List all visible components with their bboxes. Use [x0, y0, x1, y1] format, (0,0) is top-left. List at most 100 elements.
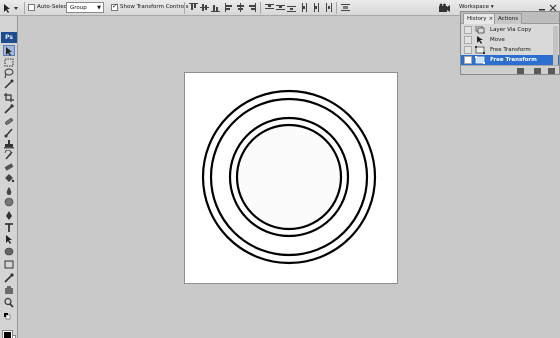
foreground-color-swatch[interactable]	[2, 330, 13, 338]
eyedropper-3d-tool[interactable]	[3, 272, 15, 283]
hand-tool[interactable]	[3, 284, 15, 295]
panel-tabs: History × Actions	[461, 12, 559, 24]
transform-icon	[475, 46, 485, 54]
align-right-edges-button[interactable]	[247, 3, 256, 12]
tool-preset-picker[interactable]	[2, 3, 22, 13]
canvas-artwork	[201, 89, 377, 265]
align-vertical-centers-button[interactable]	[200, 3, 209, 12]
zoom-icon	[4, 297, 14, 308]
history-brush-icon	[4, 150, 13, 160]
3d-icon	[4, 260, 14, 269]
lasso-tool[interactable]	[3, 68, 15, 79]
layer-via-copy-icon	[475, 26, 485, 34]
workspace-menu[interactable]: Workspace ▾	[459, 4, 494, 10]
history-brush-source-checkbox[interactable]	[464, 46, 472, 54]
dodge-icon	[4, 197, 14, 207]
document-canvas[interactable]	[184, 72, 398, 284]
zoom-tool[interactable]	[3, 297, 15, 308]
eyedropper-icon	[4, 104, 14, 114]
tab-actions[interactable]: Actions	[494, 13, 523, 24]
brush-icon	[4, 128, 13, 138]
bucket-tool[interactable]	[3, 173, 15, 184]
tab-history[interactable]: History ×	[463, 13, 498, 24]
history-item-label: Free Transform	[490, 47, 531, 53]
tools-panel: Ps	[0, 16, 18, 338]
brush-tool[interactable]	[3, 127, 15, 138]
transform-icon	[475, 56, 485, 64]
move-tool[interactable]	[3, 45, 15, 56]
blur-icon	[6, 187, 12, 195]
path-select-icon	[6, 235, 12, 244]
move-icon	[6, 47, 12, 56]
show-transform-label: Show Transform Controls	[120, 4, 189, 10]
eraser-icon	[4, 163, 14, 171]
eyedropper-tool[interactable]	[3, 103, 15, 114]
auto-select-checkbox[interactable]	[28, 4, 35, 11]
history-item[interactable]: Free Transform	[461, 45, 559, 55]
history-panel: History × Actions Layer Via Copy Move Fre…	[460, 11, 560, 75]
divider	[184, 2, 185, 14]
tab-actions-label: Actions	[498, 16, 519, 22]
auto-select-dropdown[interactable]: Group ▼	[66, 2, 104, 13]
distribute-vcenter-button[interactable]	[276, 3, 285, 12]
history-item[interactable]: Move	[461, 35, 559, 45]
distribute-bottom-button[interactable]	[287, 3, 296, 12]
distribute-left-button[interactable]	[301, 3, 310, 12]
lasso-icon	[4, 68, 14, 79]
tab-history-label: History	[467, 16, 487, 22]
distribute-right-button[interactable]	[323, 3, 332, 12]
scrollbar[interactable]	[553, 26, 558, 66]
shape-tool[interactable]	[3, 246, 15, 257]
align-horizontal-centers-button[interactable]	[236, 3, 245, 12]
move-icon	[4, 4, 18, 13]
swap-colors-icon	[4, 313, 11, 320]
align-bottom-edges-button[interactable]	[211, 3, 220, 12]
distribute-hcenter-button[interactable]	[312, 3, 321, 12]
path-select-tool[interactable]	[3, 234, 15, 245]
history-brush-source-checkbox[interactable]	[464, 26, 472, 34]
panel-footer	[461, 65, 559, 74]
show-transform-checkbox[interactable]	[111, 2, 118, 11]
blur-tool[interactable]	[3, 186, 15, 197]
camera-icon[interactable]	[438, 3, 450, 15]
trash-icon[interactable]	[548, 68, 555, 74]
crop-icon	[4, 93, 14, 102]
pen-icon	[6, 211, 12, 220]
quick-select-tool[interactable]	[3, 79, 15, 90]
chevron-down-icon: ▼	[97, 5, 101, 11]
history-item-label: Layer Via Copy	[490, 27, 532, 33]
history-item-label: Move	[490, 37, 505, 43]
history-item[interactable]: Layer Via Copy	[461, 25, 559, 35]
3d-rotate-icon	[4, 273, 14, 283]
distribute-top-button[interactable]	[265, 3, 274, 12]
marquee-tool[interactable]	[3, 57, 15, 68]
new-document-from-state-icon[interactable]	[517, 68, 524, 74]
history-brush-source-checkbox[interactable]	[464, 56, 472, 64]
align-top-edges-button[interactable]	[189, 3, 198, 12]
3d-tool[interactable]	[3, 259, 15, 270]
healing-tool[interactable]	[3, 116, 15, 127]
close-icon[interactable]: ×	[489, 16, 494, 22]
divider	[24, 2, 25, 14]
eraser-tool[interactable]	[3, 162, 15, 173]
inner-disc	[235, 123, 343, 231]
auto-select-value: Group	[70, 5, 87, 11]
history-brush-tool[interactable]	[3, 150, 15, 161]
photoshop-logo: Ps	[1, 32, 17, 43]
stamp-tool[interactable]	[3, 139, 15, 150]
crop-tool[interactable]	[3, 92, 15, 103]
marquee-icon	[4, 58, 14, 67]
align-left-edges-button[interactable]	[225, 3, 234, 12]
type-tool[interactable]	[3, 222, 15, 233]
history-item-selected[interactable]: Free Transform	[461, 55, 559, 65]
stamp-icon	[4, 140, 14, 149]
pen-tool[interactable]	[3, 210, 15, 221]
divider	[260, 2, 261, 14]
swap-colors-button[interactable]	[3, 312, 15, 323]
dodge-tool[interactable]	[3, 197, 15, 208]
move-icon	[477, 36, 483, 44]
history-item-label: Free Transform	[490, 57, 537, 63]
camera-snapshot-icon[interactable]	[534, 68, 541, 74]
history-brush-source-checkbox[interactable]	[464, 36, 472, 44]
auto-align-layers-button[interactable]	[341, 3, 350, 12]
